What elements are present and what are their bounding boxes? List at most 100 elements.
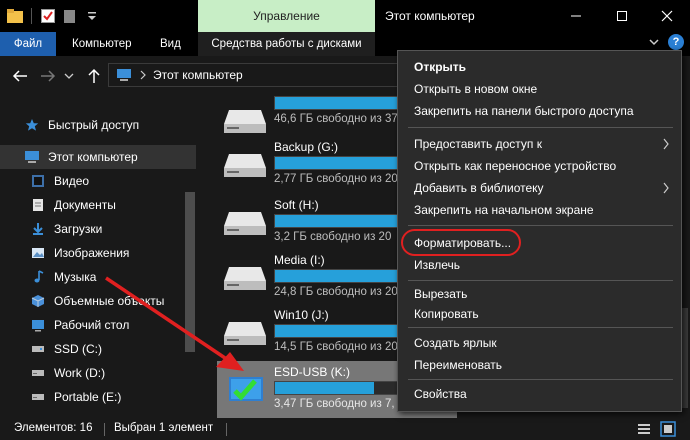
- hard-drive-icon: [224, 322, 266, 345]
- window-title: Этот компьютер: [385, 9, 475, 23]
- menu-separator: [408, 379, 673, 380]
- manage-context-tab[interactable]: Управление: [198, 0, 375, 32]
- sidebar-item-ssd-c[interactable]: SSD (C:): [0, 337, 196, 361]
- menu-item-pin-quick-access[interactable]: Закрепить на панели быстрого доступа: [414, 101, 634, 121]
- hard-drive-icon: [224, 154, 266, 177]
- submenu-chevron-icon: [663, 182, 669, 194]
- sidebar-scrollbar-thumb[interactable]: [185, 192, 195, 352]
- tab-file[interactable]: Файл: [0, 32, 56, 56]
- star-icon: [24, 117, 40, 133]
- menu-item-open-portable[interactable]: Открыть как переносное устройство: [414, 156, 616, 176]
- status-bar: Элементов: 16 Выбран 1 элемент: [0, 418, 690, 440]
- sidebar-item-video[interactable]: Видео: [0, 169, 196, 193]
- breadcrumb-separator-icon: [140, 70, 146, 80]
- maximize-button[interactable]: [599, 0, 645, 32]
- new-folder-icon[interactable]: [61, 7, 79, 25]
- address-path: Этот компьютер: [153, 68, 243, 82]
- desktop-icon: [30, 317, 46, 333]
- sidebar-item-this-pc[interactable]: Этот компьютер: [0, 145, 196, 169]
- drive-name: Soft (H:): [274, 198, 319, 212]
- close-button[interactable]: [644, 0, 690, 32]
- explorer-app-icon[interactable]: [6, 7, 24, 25]
- menu-item-pin-start[interactable]: Закрепить на начальном экране: [414, 200, 594, 220]
- menu-separator: [408, 280, 673, 281]
- usb-drive-icon: [229, 377, 263, 401]
- tab-computer[interactable]: Компьютер: [62, 32, 142, 56]
- menu-item-create-shortcut[interactable]: Создать ярлык: [414, 333, 497, 353]
- documents-icon: [30, 197, 46, 213]
- sidebar-item-documents[interactable]: Документы: [0, 193, 196, 217]
- drive-name: Media (I:): [274, 253, 325, 267]
- sidebar-item-quick-access[interactable]: Быстрый доступ: [0, 113, 196, 137]
- title-bar: Управление Этот компьютер: [0, 0, 690, 32]
- back-button[interactable]: [10, 66, 30, 86]
- expand-ribbon-icon[interactable]: [648, 36, 660, 48]
- details-view-icon[interactable]: [637, 422, 651, 436]
- help-icon[interactable]: ?: [668, 34, 684, 50]
- close-icon: [661, 10, 673, 22]
- sidebar-item-label: Рабочий стол: [54, 318, 130, 332]
- tab-disk-tools[interactable]: Средства работы с дисками: [198, 32, 375, 56]
- up-button[interactable]: [84, 66, 104, 86]
- status-separator: [226, 423, 227, 436]
- recent-locations-button[interactable]: [62, 66, 76, 86]
- images-icon: [30, 245, 46, 261]
- menu-item-format[interactable]: Форматировать...: [414, 233, 511, 253]
- music-icon: [30, 269, 46, 285]
- sidebar-item-portable-e[interactable]: Portable (E:): [0, 385, 196, 409]
- properties-icon[interactable]: [39, 7, 57, 25]
- hard-drive-icon: [224, 212, 266, 235]
- sidebar-item-label: Видео: [54, 174, 90, 188]
- tab-view[interactable]: Вид: [150, 32, 191, 56]
- menu-item-cut[interactable]: Вырезать: [414, 284, 467, 304]
- sidebar-item-downloads[interactable]: Загрузки: [0, 217, 196, 241]
- minimize-button[interactable]: [553, 0, 599, 32]
- sidebar-item-desktop[interactable]: Рабочий стол: [0, 313, 196, 337]
- drive-name: Backup (G:): [274, 140, 339, 154]
- context-menu: Открыть Открыть в новом окне Закрепить н…: [397, 50, 682, 412]
- sidebar-item-label: Work (D:): [54, 366, 106, 380]
- drive-name: Win10 (J:): [274, 308, 329, 322]
- minimize-icon: [571, 15, 581, 17]
- drive-icon: [30, 389, 46, 405]
- hard-drive-icon: [224, 267, 266, 290]
- menu-item-open[interactable]: Открыть: [414, 57, 466, 77]
- menu-item-rename[interactable]: Переименовать: [414, 355, 502, 375]
- video-icon: [30, 173, 46, 189]
- drive-usage-fill: [275, 382, 374, 394]
- chevron-down-icon: [64, 73, 74, 79]
- quick-access-toolbar: [0, 0, 101, 32]
- 3d-objects-icon: [30, 293, 46, 309]
- up-arrow-icon: [88, 68, 100, 83]
- downloads-icon: [30, 221, 46, 237]
- sidebar-item-label: SSD (C:): [54, 342, 102, 356]
- hard-drive-icon: [224, 110, 266, 133]
- selection-count: Выбран 1 элемент: [114, 422, 214, 434]
- sidebar-item-work-d[interactable]: Work (D:): [0, 361, 196, 385]
- menu-item-eject[interactable]: Извлечь: [414, 255, 460, 275]
- sidebar-item-label: Музыка: [54, 270, 97, 284]
- sidebar-item-label: Загрузки: [54, 222, 103, 236]
- sidebar-item-music[interactable]: Музыка: [0, 265, 196, 289]
- menu-separator: [408, 225, 673, 226]
- sidebar-item-label: Объемные объекты: [54, 294, 165, 308]
- menu-separator: [408, 127, 673, 128]
- drive-icon: [30, 341, 46, 357]
- sidebar-item-3d-objects[interactable]: Объемные объекты: [0, 289, 196, 313]
- sidebar-item-label: Документы: [54, 198, 116, 212]
- customize-qat-icon[interactable]: [83, 7, 101, 25]
- large-icons-view-icon[interactable]: [660, 421, 676, 437]
- sidebar-item-label: Быстрый доступ: [48, 118, 140, 132]
- menu-item-copy[interactable]: Копировать: [414, 304, 479, 324]
- forward-button[interactable]: [38, 66, 58, 86]
- menu-item-properties[interactable]: Свойства: [414, 384, 467, 404]
- address-field[interactable]: Этот компьютер: [108, 63, 408, 87]
- menu-item-open-new-window[interactable]: Открыть в новом окне: [414, 79, 537, 99]
- drive-name: ESD-USB (K:): [274, 365, 351, 379]
- menu-item-add-library[interactable]: Добавить в библиотеку: [414, 178, 544, 198]
- submenu-chevron-icon: [663, 138, 669, 150]
- sidebar-item-images[interactable]: Изображения: [0, 241, 196, 265]
- menu-separator: [408, 327, 673, 328]
- menu-item-give-access[interactable]: Предоставить доступ к: [414, 134, 542, 154]
- drive-icon: [30, 365, 46, 381]
